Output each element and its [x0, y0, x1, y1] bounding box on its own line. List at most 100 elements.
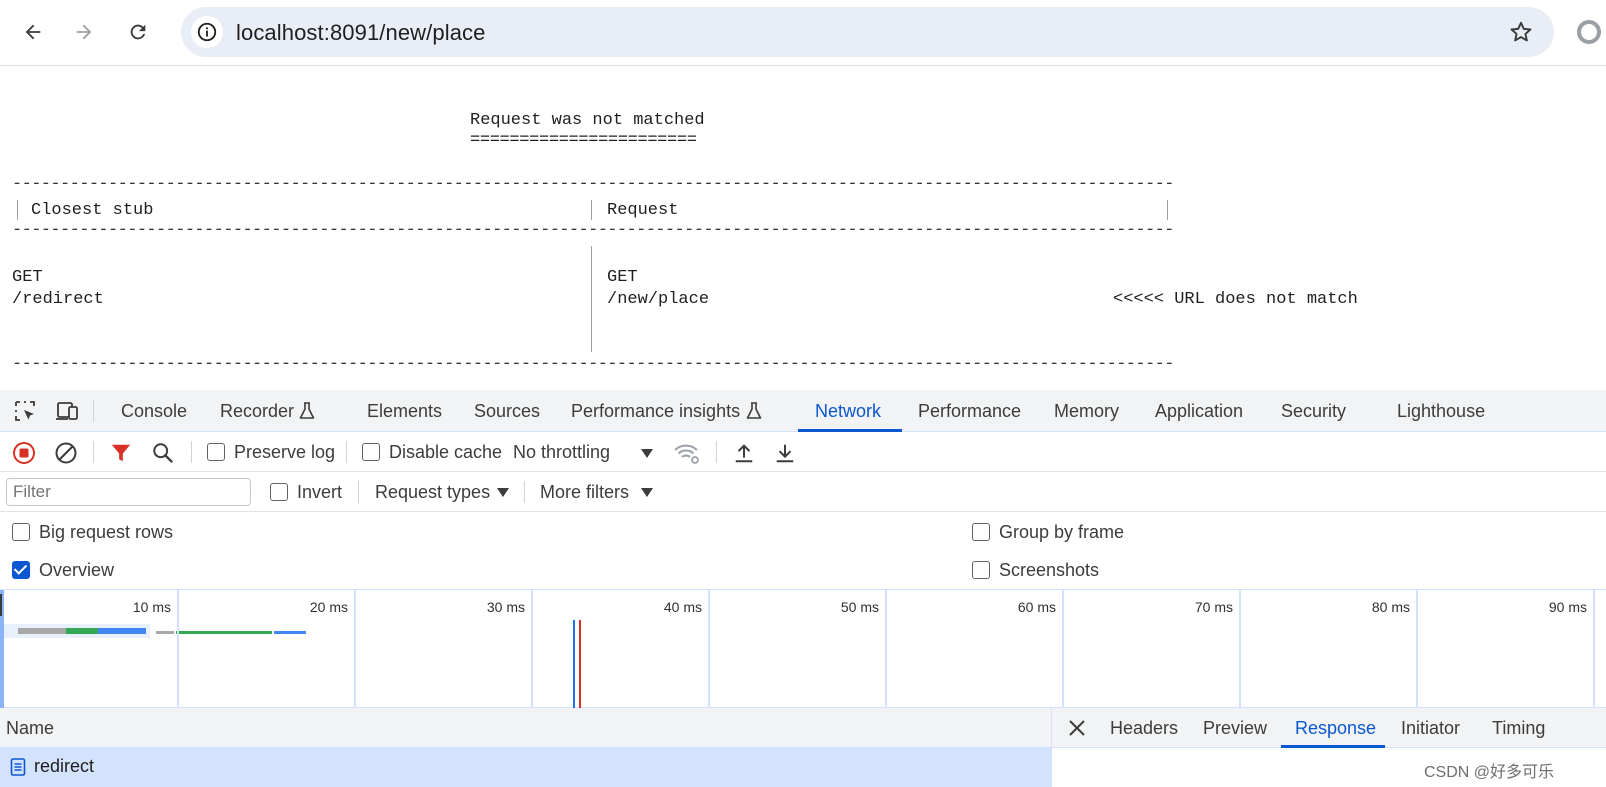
overview-bar-queueing [156, 631, 174, 634]
arrow-right-icon [76, 24, 92, 40]
stub-url: /redirect [12, 290, 104, 309]
overview-gridline [1416, 590, 1418, 708]
big-request-rows-label[interactable]: Big request rows [39, 522, 173, 543]
filter-input[interactable] [6, 478, 251, 506]
request-name[interactable]: redirect [34, 756, 94, 777]
table-row[interactable]: redirect [0, 748, 1052, 787]
overview-gridline [885, 590, 887, 708]
watermark: CSDN @好多可乐 [1424, 764, 1555, 781]
more-filters-dropdown[interactable]: More filters [540, 482, 629, 503]
column-header-request: Request [607, 201, 679, 220]
overview-resizer-icon[interactable] [0, 594, 6, 616]
page-content: Request was not matched ================… [0, 66, 1606, 390]
wifi-settings-icon [674, 444, 699, 464]
url-text[interactable]: localhost:8091/new/place [236, 20, 485, 46]
forward-button[interactable] [64, 12, 104, 52]
table-rule-bottom: ----------------------------------------… [12, 355, 1174, 374]
overview-tick-label: 50 ms [840, 599, 879, 615]
download-icon [776, 444, 794, 463]
bookmark-star-icon[interactable] [1508, 19, 1534, 50]
clear-button[interactable] [53, 440, 79, 466]
overview-gridline [531, 590, 533, 708]
tab-headers[interactable]: Headers [1110, 708, 1178, 748]
invert-label[interactable]: Invert [297, 482, 342, 503]
search-button[interactable] [150, 440, 176, 466]
invert-checkbox[interactable] [270, 483, 288, 501]
inspect-element-icon[interactable] [12, 399, 38, 423]
toolbar-separator [346, 441, 347, 463]
group-by-frame-checkbox[interactable] [972, 523, 990, 541]
group-by-frame-label[interactable]: Group by frame [999, 522, 1124, 543]
request-method: GET [607, 268, 638, 287]
mismatch-note: <<<<< URL does not match [1113, 290, 1358, 309]
tab-recorder[interactable]: Recorder [220, 390, 294, 432]
device-toolbar-icon[interactable] [53, 399, 81, 423]
throttling-caret-icon[interactable] [641, 449, 653, 458]
filter-bar: Invert Request types More filters [0, 472, 1606, 512]
tab-preview[interactable]: Preview [1203, 708, 1267, 748]
filter-toggle-button[interactable] [108, 440, 134, 466]
back-button[interactable] [13, 12, 53, 52]
table-divider-body [591, 246, 592, 352]
overview-gridline [708, 590, 710, 708]
tab-console[interactable]: Console [121, 390, 187, 432]
stub-method: GET [12, 268, 43, 287]
big-request-rows-checkbox[interactable] [12, 523, 30, 541]
network-overview-timeline[interactable]: 10 ms 20 ms 30 ms 40 ms 50 ms 60 ms 70 ms 80 ms… [0, 590, 1606, 708]
record-stop-button[interactable] [11, 440, 37, 466]
close-icon[interactable] [1066, 717, 1088, 739]
tab-performance-insights[interactable]: Performance insights [571, 390, 740, 432]
toolbar-separator [524, 481, 525, 503]
reload-button[interactable] [118, 12, 158, 52]
screenshots-checkbox[interactable] [972, 561, 990, 579]
name-column-header[interactable]: Name [6, 718, 54, 739]
reload-icon [130, 24, 146, 40]
network-conditions-button[interactable] [673, 440, 701, 466]
tab-response[interactable]: Response [1295, 708, 1376, 748]
site-info-icon[interactable] [191, 16, 223, 48]
address-bar[interactable]: localhost:8091/new/place [181, 7, 1554, 57]
devtools-panel: Console Recorder Elements Sources Perfor… [0, 390, 1606, 787]
disable-cache-checkbox[interactable] [362, 443, 380, 461]
toolbar-separator [93, 441, 94, 463]
request-types-caret-icon[interactable] [497, 488, 509, 497]
tab-timing[interactable]: Timing [1492, 708, 1545, 748]
overview-tick-label: 40 ms [663, 599, 702, 615]
table-border-left [17, 200, 18, 220]
overview-gridline [1062, 590, 1064, 708]
tab-memory[interactable]: Memory [1054, 390, 1119, 432]
screenshots-label[interactable]: Screenshots [999, 560, 1099, 581]
tab-elements[interactable]: Elements [367, 390, 442, 432]
more-filters-caret-icon[interactable] [641, 488, 653, 497]
overview-bar-waiting [176, 631, 272, 634]
overview-label[interactable]: Overview [39, 560, 114, 581]
table-rule-top: ----------------------------------------… [12, 175, 1174, 194]
overview-tick-label: 60 ms [1017, 599, 1056, 615]
overview-gridline [1239, 590, 1241, 708]
import-har-button[interactable] [731, 440, 757, 466]
request-url: /new/place [607, 290, 710, 309]
tab-performance[interactable]: Performance [918, 390, 1021, 432]
network-settings-pane: Big request rows Overview Group by frame… [0, 512, 1606, 590]
tab-sources[interactable]: Sources [474, 390, 540, 432]
tab-application[interactable]: Application [1155, 390, 1243, 432]
preserve-log-label[interactable]: Preserve log [234, 442, 335, 463]
document-icon [9, 757, 27, 777]
overview-bar-waiting [66, 628, 98, 634]
preserve-log-checkbox[interactable] [207, 443, 225, 461]
arrow-left-icon [25, 24, 41, 40]
table-rule-header: ----------------------------------------… [12, 221, 1174, 240]
request-types-dropdown[interactable]: Request types [375, 482, 490, 503]
tab-security[interactable]: Security [1281, 390, 1346, 432]
tab-network[interactable]: Network [815, 390, 881, 432]
export-har-button[interactable] [772, 440, 798, 466]
throttling-select[interactable]: No throttling [513, 442, 610, 463]
profile-avatar-icon[interactable] [1577, 20, 1601, 44]
overview-checkbox[interactable] [12, 561, 30, 579]
tab-initiator[interactable]: Initiator [1401, 708, 1460, 748]
disable-cache-label[interactable]: Disable cache [389, 442, 502, 463]
active-detail-tab-indicator [1281, 745, 1385, 748]
overview-tick-label: 80 ms [1371, 599, 1410, 615]
tab-lighthouse[interactable]: Lighthouse [1397, 390, 1485, 432]
overview-bar-download [274, 631, 306, 634]
